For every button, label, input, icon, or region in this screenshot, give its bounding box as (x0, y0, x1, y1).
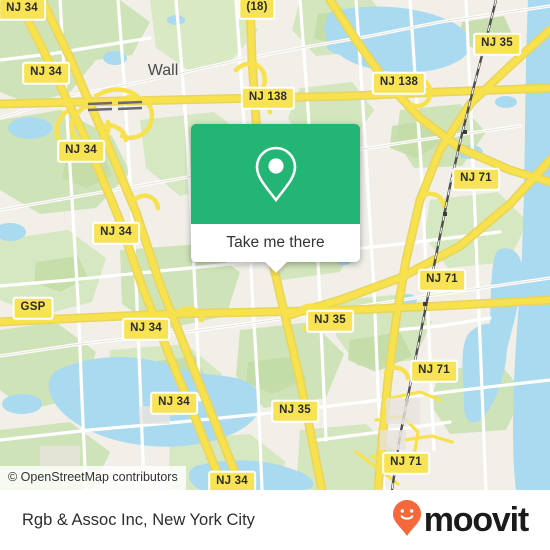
road-shield[interactable]: NJ 138 (371, 71, 427, 95)
popup-image-area (191, 124, 360, 224)
place-title: Rgb & Assoc Inc, New York City (22, 510, 255, 529)
footer-bar: Rgb & Assoc Inc, New York City moovit (0, 490, 550, 550)
road-shield[interactable]: NJ 71 (382, 451, 430, 475)
road-shield[interactable]: NJ 35 (271, 399, 319, 423)
place-label-wall: Wall (147, 62, 179, 79)
map-attribution[interactable]: © OpenStreetMap contributors (0, 466, 186, 490)
road-shield[interactable]: NJ 138 (240, 86, 296, 110)
road-shield[interactable]: (18) (238, 0, 276, 20)
location-pin-icon (253, 144, 299, 204)
popup-pointer-tail (264, 262, 287, 273)
road-shield[interactable]: NJ 34 (208, 470, 256, 490)
road-shield[interactable]: GSP (12, 296, 54, 320)
take-me-there-button[interactable]: Take me there (226, 234, 324, 252)
road-shield[interactable]: NJ 34 (150, 391, 198, 415)
moovit-logo[interactable]: moovit (392, 499, 529, 542)
road-shield[interactable]: NJ 34 (122, 317, 170, 341)
moovit-smiley-pin-icon (392, 499, 422, 542)
moovit-wordmark: moovit (423, 501, 529, 539)
road-shield[interactable]: NJ 71 (418, 268, 466, 292)
map-canvas[interactable]: Wall NJ 34 NJ 34 NJ 34 NJ 34 GSP NJ 34 N… (0, 0, 550, 490)
road-shield[interactable]: NJ 34 (57, 139, 105, 163)
popup-action-area[interactable]: Take me there (191, 224, 360, 273)
location-popup-card[interactable]: Take me there (191, 124, 360, 273)
road-shield[interactable]: NJ 71 (452, 167, 500, 191)
road-shield[interactable]: NJ 34 (0, 0, 46, 21)
road-shield[interactable]: NJ 34 (22, 61, 70, 85)
road-shield[interactable]: NJ 71 (410, 359, 458, 383)
road-shield[interactable]: NJ 34 (92, 221, 140, 245)
road-shield[interactable]: NJ 35 (473, 32, 521, 56)
map-screenshot: Wall NJ 34 NJ 34 NJ 34 NJ 34 GSP NJ 34 N… (0, 0, 550, 550)
road-shield[interactable]: NJ 35 (306, 309, 354, 333)
